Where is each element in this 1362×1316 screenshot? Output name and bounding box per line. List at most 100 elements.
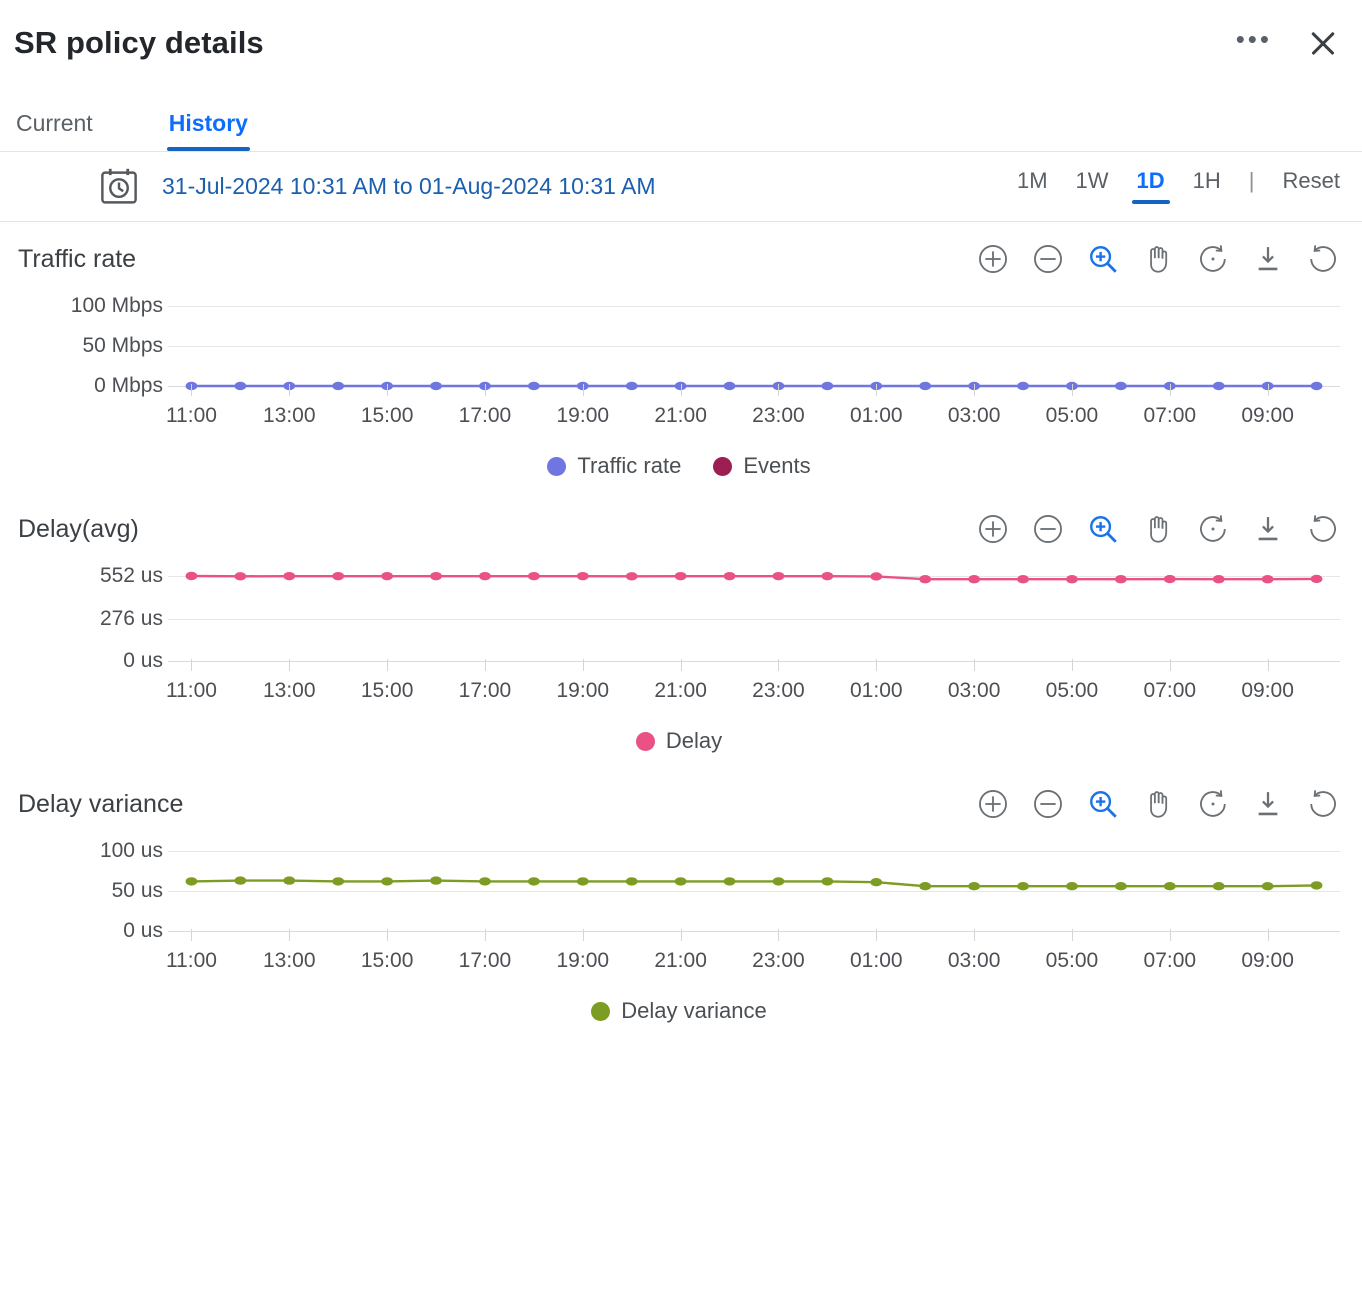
- tab-history[interactable]: History: [166, 110, 251, 151]
- refresh-icon[interactable]: [1306, 242, 1340, 276]
- series-point[interactable]: [919, 575, 932, 584]
- series-point[interactable]: [919, 882, 932, 891]
- zoom-in-icon[interactable]: [976, 242, 1010, 276]
- series-point[interactable]: [625, 381, 638, 391]
- download-icon[interactable]: [1251, 787, 1285, 821]
- legend-item[interactable]: Traffic rate: [547, 453, 681, 479]
- series-point[interactable]: [821, 877, 834, 886]
- reset-zoom-icon[interactable]: [1196, 787, 1230, 821]
- reset-zoom-icon[interactable]: [1196, 512, 1230, 546]
- zoom-in-icon[interactable]: [976, 787, 1010, 821]
- series-point[interactable]: [772, 571, 785, 581]
- series-point[interactable]: [1066, 882, 1078, 891]
- panning-icon[interactable]: [1141, 787, 1175, 821]
- zoom-out-icon[interactable]: [1031, 787, 1065, 821]
- series-point[interactable]: [283, 571, 296, 581]
- series-point[interactable]: [625, 572, 638, 581]
- series-point[interactable]: [185, 877, 198, 886]
- series-point[interactable]: [234, 876, 247, 885]
- series-point[interactable]: [381, 571, 393, 581]
- tab-current[interactable]: Current: [16, 110, 93, 151]
- series-point[interactable]: [821, 571, 834, 581]
- plot-area[interactable]: 0 us 50 us 100 us: [18, 839, 1340, 942]
- series-point[interactable]: [870, 878, 883, 887]
- selection-zoom-icon[interactable]: [1086, 242, 1120, 276]
- series-point[interactable]: [528, 381, 540, 391]
- series-point[interactable]: [234, 381, 247, 391]
- panning-icon[interactable]: [1141, 242, 1175, 276]
- series-point[interactable]: [1212, 381, 1225, 391]
- series-point[interactable]: [430, 876, 442, 885]
- series-point[interactable]: [528, 877, 540, 886]
- series-point[interactable]: [625, 877, 638, 886]
- series-point[interactable]: [576, 571, 589, 581]
- series-point[interactable]: [234, 572, 247, 581]
- selection-zoom-icon[interactable]: [1086, 512, 1120, 546]
- series-point[interactable]: [968, 882, 980, 891]
- series-point[interactable]: [821, 381, 834, 391]
- series-point[interactable]: [332, 877, 345, 886]
- series-point[interactable]: [674, 571, 687, 581]
- series-point[interactable]: [1115, 381, 1127, 391]
- zoom-out-icon[interactable]: [1031, 512, 1065, 546]
- series-point[interactable]: [772, 877, 785, 886]
- series-point[interactable]: [1017, 381, 1029, 391]
- calendar-clock-icon[interactable]: [98, 166, 140, 208]
- refresh-icon[interactable]: [1306, 512, 1340, 546]
- series-point[interactable]: [1066, 575, 1078, 584]
- series-point[interactable]: [1017, 882, 1029, 891]
- series-point[interactable]: [1261, 575, 1274, 584]
- refresh-icon[interactable]: [1306, 787, 1340, 821]
- series-point[interactable]: [1115, 575, 1127, 584]
- panning-icon[interactable]: [1141, 512, 1175, 546]
- range-preset-1h[interactable]: 1H: [1193, 168, 1221, 206]
- series-point[interactable]: [1261, 882, 1274, 891]
- series-point[interactable]: [1212, 575, 1225, 584]
- zoom-in-icon[interactable]: [976, 512, 1010, 546]
- series-point[interactable]: [479, 571, 491, 581]
- series-point[interactable]: [723, 381, 736, 391]
- range-preset-1w[interactable]: 1W: [1076, 168, 1109, 206]
- series-point[interactable]: [1310, 381, 1323, 391]
- series-point[interactable]: [430, 571, 442, 581]
- series-point[interactable]: [1163, 882, 1176, 891]
- legend-item[interactable]: Delay: [635, 728, 722, 754]
- chart-title: Traffic rate: [18, 244, 137, 273]
- range-preset-1m[interactable]: 1M: [1017, 168, 1048, 206]
- legend-item[interactable]: Events: [713, 453, 811, 479]
- series-point[interactable]: [1163, 574, 1176, 584]
- close-icon[interactable]: [1306, 26, 1340, 60]
- series-point[interactable]: [1310, 574, 1323, 584]
- series-point[interactable]: [870, 572, 883, 581]
- download-icon[interactable]: [1251, 512, 1285, 546]
- series-point[interactable]: [283, 876, 296, 885]
- series-point[interactable]: [185, 571, 198, 581]
- series-point[interactable]: [1017, 575, 1029, 584]
- series-point[interactable]: [723, 877, 736, 886]
- plot-area[interactable]: 0 Mbps 50 Mbps 100 Mbps: [18, 294, 1340, 397]
- more-options-icon[interactable]: •••: [1230, 22, 1278, 64]
- series-point[interactable]: [381, 877, 393, 886]
- series-point[interactable]: [528, 571, 540, 581]
- reset-zoom-icon[interactable]: [1196, 242, 1230, 276]
- series-point[interactable]: [479, 877, 491, 886]
- series-point[interactable]: [576, 877, 589, 886]
- series-point[interactable]: [1310, 881, 1323, 890]
- series-point[interactable]: [919, 381, 932, 391]
- download-icon[interactable]: [1251, 242, 1285, 276]
- series-point[interactable]: [430, 381, 442, 391]
- range-preset-1d[interactable]: 1D: [1131, 168, 1170, 206]
- zoom-out-icon[interactable]: [1031, 242, 1065, 276]
- series-point[interactable]: [332, 571, 345, 581]
- reset-range-button[interactable]: Reset: [1283, 168, 1340, 206]
- date-range-label[interactable]: 31-Jul-2024 10:31 AM to 01-Aug-2024 10:3…: [162, 173, 656, 200]
- series-point[interactable]: [1115, 882, 1127, 891]
- series-point[interactable]: [968, 575, 980, 584]
- selection-zoom-icon[interactable]: [1086, 787, 1120, 821]
- series-point[interactable]: [1212, 882, 1225, 891]
- legend-item[interactable]: Delay variance: [591, 998, 767, 1024]
- series-point[interactable]: [674, 877, 687, 886]
- plot-area[interactable]: 0 us 276 us 552 us: [18, 564, 1340, 672]
- series-point[interactable]: [332, 381, 345, 391]
- series-point[interactable]: [723, 571, 736, 581]
